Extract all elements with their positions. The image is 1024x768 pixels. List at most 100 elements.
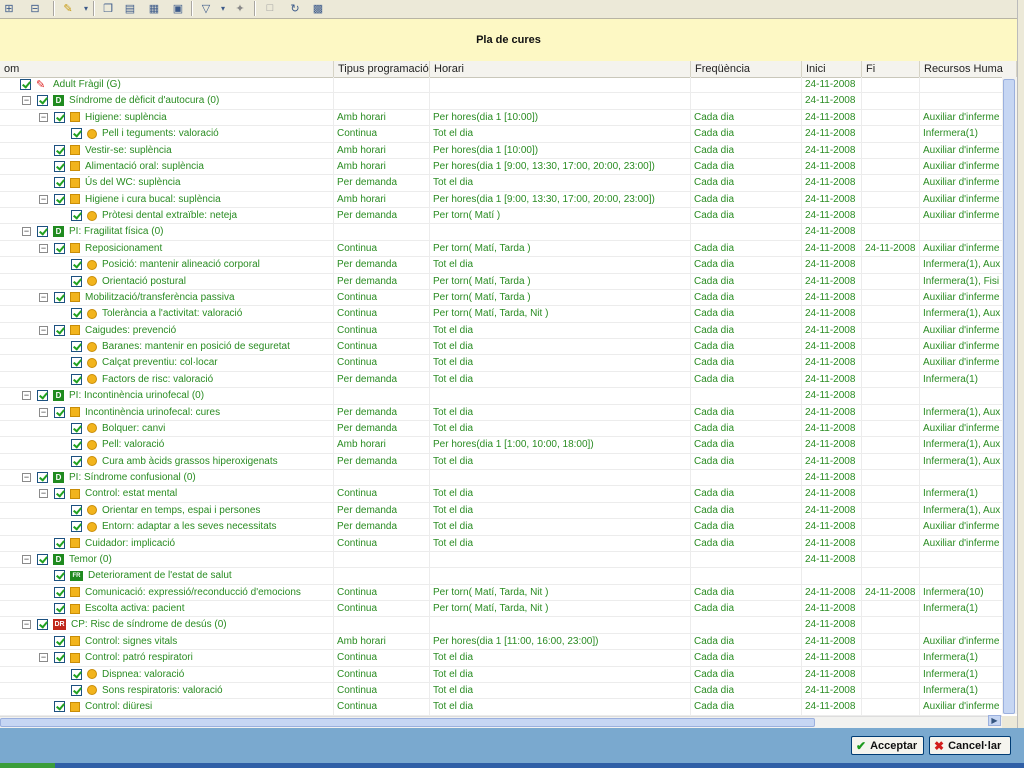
table-row[interactable]: ✎ Adult Fràgil (G) 24-11-2008 xyxy=(0,77,1002,94)
table-row[interactable]: Cura amb àcids grassos hiperoxigenats Per… xyxy=(0,454,1002,470)
row-checkbox[interactable] xyxy=(71,521,82,533)
vertical-scrollbar[interactable] xyxy=(1002,77,1017,714)
table-row[interactable]: − D PI: Síndrome confusional (0) 24-11-2008 xyxy=(0,470,1002,487)
table-row[interactable]: − Mobilització/transferència passiva Conti… xyxy=(0,290,1002,307)
column-header-fi[interactable]: Fi xyxy=(862,61,920,77)
table-row[interactable]: Tolerància a l'activitat: valoració Conti… xyxy=(0,306,1002,323)
monitor-icon[interactable]: ▣ xyxy=(170,0,186,16)
table-row[interactable]: Sons respiratoris: valoració Continua Tot … xyxy=(0,683,1002,700)
table-row[interactable]: Posició: mantenir alineació corporal Per … xyxy=(0,257,1002,274)
row-checkbox[interactable] xyxy=(37,226,48,238)
row-checkbox[interactable] xyxy=(20,79,31,90)
collapse-toggle-icon[interactable]: − xyxy=(39,407,48,417)
table-row[interactable]: Orientació postural Per demanda Per torn( … xyxy=(0,274,1002,290)
table-row[interactable]: Control: signes vitals Amb horari Per hore… xyxy=(0,634,1002,651)
cancel-button[interactable]: ✖ Cancel·lar xyxy=(929,736,1011,755)
collapse-toggle-icon[interactable]: − xyxy=(39,243,48,253)
column-header-name[interactable]: om xyxy=(0,61,334,77)
collapse-toggle-icon[interactable]: − xyxy=(39,489,48,499)
row-checkbox[interactable] xyxy=(71,259,82,271)
collapse-toggle-icon[interactable]: − xyxy=(39,112,48,122)
collapse-toggle-icon[interactable]: − xyxy=(39,653,48,663)
row-checkbox[interactable] xyxy=(54,111,65,123)
accept-button[interactable]: ✔ Acceptar xyxy=(851,736,924,755)
row-checkbox[interactable] xyxy=(54,193,65,205)
row-checkbox[interactable] xyxy=(37,390,48,402)
pencil-icon[interactable]: ✎ xyxy=(60,0,76,16)
row-checkbox[interactable] xyxy=(71,357,82,369)
row-checkbox[interactable] xyxy=(37,553,48,565)
row-checkbox[interactable] xyxy=(37,95,48,107)
table-row[interactable]: Pell: valoració Amb horari Per hores(dia 1… xyxy=(0,437,1002,454)
row-checkbox[interactable] xyxy=(71,275,82,287)
document-icon[interactable]: □ xyxy=(262,0,278,16)
collapse-toggle-icon[interactable]: − xyxy=(22,227,31,237)
table-row[interactable]: − D Síndrome de dèficit d'autocura (0) 24-1… xyxy=(0,93,1002,110)
row-checkbox[interactable] xyxy=(71,128,82,140)
tree-collapse-icon[interactable]: ⊟ xyxy=(27,0,43,16)
collapse-toggle-icon[interactable]: − xyxy=(22,96,31,106)
row-checkbox[interactable] xyxy=(71,373,82,385)
row-checkbox[interactable] xyxy=(54,537,65,549)
table-row[interactable]: Dispnea: valoració Continua Tot el dia Cada… xyxy=(0,667,1002,683)
row-checkbox[interactable] xyxy=(54,701,65,713)
row-checkbox[interactable] xyxy=(71,455,82,467)
table-row[interactable]: − Caigudes: prevenció Continua Tot el dia Ca… xyxy=(0,323,1002,339)
row-checkbox[interactable] xyxy=(71,422,82,434)
row-checkbox[interactable] xyxy=(54,603,65,614)
row-checkbox[interactable] xyxy=(54,570,65,582)
table-row[interactable]: Bolquer: canvi Per demanda Tot el dia Cada … xyxy=(0,421,1002,438)
column-header-inici[interactable]: Inici xyxy=(802,61,862,77)
row-checkbox[interactable] xyxy=(54,242,65,254)
table-row[interactable]: Factors de risc: valoració Per demanda Tot… xyxy=(0,372,1002,389)
table-row[interactable]: Cuidador: implicació Continua Tot el dia Ca… xyxy=(0,536,1002,552)
row-checkbox[interactable] xyxy=(54,144,65,156)
table-row[interactable]: Escolta activa: pacient Continua Per torn(… xyxy=(0,601,1002,618)
collapse-toggle-icon[interactable]: − xyxy=(22,473,31,482)
table-row[interactable]: − DR CP: Risc de síndrome de desús (0) 24-1… xyxy=(0,617,1002,634)
horizontal-scrollbar[interactable] xyxy=(0,716,1002,728)
row-checkbox[interactable] xyxy=(54,635,65,647)
table-row[interactable]: − D Temor (0) 24-11-2008 xyxy=(0,552,1002,569)
collapse-toggle-icon[interactable]: − xyxy=(22,620,31,630)
horizontal-scroll-thumb[interactable] xyxy=(0,718,815,727)
table-row[interactable]: Calçat preventiu: col·locar Continua Tot e… xyxy=(0,355,1002,372)
dropdown-arrow-icon[interactable]: ▾ xyxy=(78,0,94,16)
collapse-toggle-icon[interactable]: − xyxy=(39,325,48,335)
row-checkbox[interactable] xyxy=(71,210,82,221)
row-checkbox[interactable] xyxy=(71,341,82,352)
pin-icon[interactable]: ✦ xyxy=(232,0,248,16)
row-checkbox[interactable] xyxy=(71,504,82,516)
window-icon[interactable]: ▩ xyxy=(310,0,326,16)
refresh-icon[interactable]: ↻ xyxy=(287,0,303,16)
row-checkbox[interactable] xyxy=(37,472,48,483)
collapse-toggle-icon[interactable]: − xyxy=(39,292,48,302)
table-row[interactable]: − Higiene: suplència Amb horari Per hores(d… xyxy=(0,110,1002,127)
collapse-toggle-icon[interactable]: − xyxy=(22,554,31,564)
column-header-recursos[interactable]: Recursos Huma xyxy=(920,61,1017,77)
table-row[interactable]: Pròtesi dental extraïble: neteja Per dema… xyxy=(0,208,1002,225)
scroll-right-arrow-icon[interactable]: ▶ xyxy=(988,715,1001,726)
row-checkbox[interactable] xyxy=(54,586,65,598)
table-row[interactable]: − D PI: Incontinència urinofecal (0) 24-11-… xyxy=(0,388,1002,405)
row-checkbox[interactable] xyxy=(54,652,65,664)
dropdown-arrow-icon[interactable]: ▾ xyxy=(215,0,231,16)
table-row[interactable]: − Control: estat mental Continua Tot el dia… xyxy=(0,486,1002,503)
row-checkbox[interactable] xyxy=(71,439,82,451)
table-row[interactable]: Alimentació oral: suplència Amb horari Per… xyxy=(0,159,1002,176)
book-icon[interactable]: ▦ xyxy=(146,0,162,16)
row-checkbox[interactable] xyxy=(54,488,65,500)
table-row[interactable]: Vestir-se: suplència Amb horari Per hores(… xyxy=(0,143,1002,159)
table-row[interactable]: Baranes: mantenir en posició de segureta… xyxy=(0,339,1002,356)
row-checkbox[interactable] xyxy=(54,160,65,172)
row-checkbox[interactable] xyxy=(54,291,65,303)
row-checkbox[interactable] xyxy=(54,406,65,418)
copy-icon[interactable]: ❐ xyxy=(100,0,116,16)
row-checkbox[interactable] xyxy=(71,668,82,680)
row-checkbox[interactable] xyxy=(54,177,65,189)
row-checkbox[interactable] xyxy=(37,619,48,631)
table-row[interactable]: − Reposicionament Continua Per torn( Matí, … xyxy=(0,241,1002,258)
table-row[interactable]: − Higiene i cura bucal: suplència Amb hora… xyxy=(0,192,1002,208)
column-header-frequencia[interactable]: Freqüència xyxy=(691,61,802,77)
column-header-horari[interactable]: Horari xyxy=(430,61,691,77)
